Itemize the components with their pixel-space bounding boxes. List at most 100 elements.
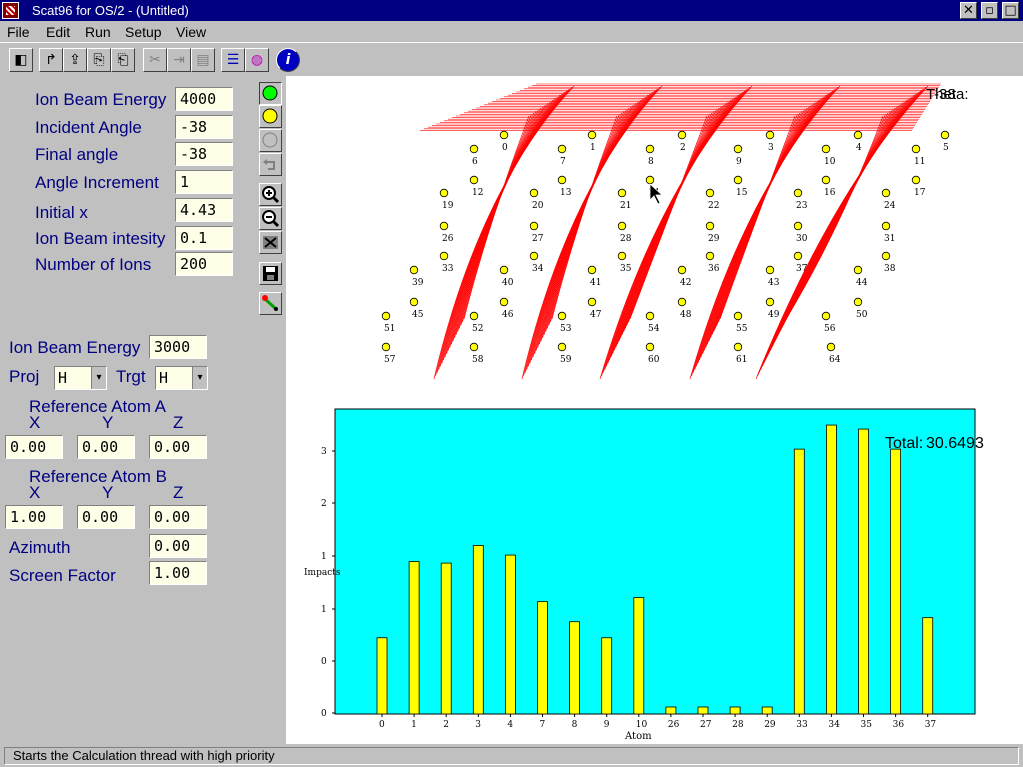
open-icon[interactable]: ↱	[39, 48, 63, 72]
atom-dot	[499, 265, 509, 275]
ion-beam-energy2-input[interactable]: 3000	[149, 335, 207, 359]
copy-doc-icon[interactable]: ⎘	[87, 48, 111, 72]
x-tick-label: 3	[475, 720, 481, 730]
zoom-out-button[interactable]	[259, 207, 282, 230]
atom-dot	[733, 175, 743, 185]
color-wheel-icon[interactable]: ◍	[245, 48, 269, 72]
ion-beam-energy-input[interactable]: 4000	[175, 87, 233, 111]
chevron-down-icon[interactable]: ▾	[91, 367, 106, 389]
atom-dot	[881, 251, 891, 261]
restore-icon[interactable]: ▫	[981, 2, 998, 19]
paste-icon[interactable]: ▤	[191, 48, 215, 72]
ref-b-z-input[interactable]: 0.00	[149, 505, 207, 529]
atom-dot	[821, 144, 831, 154]
trgt-label: Trgt	[116, 367, 146, 386]
number-of-ions-input[interactable]: 200	[175, 252, 233, 276]
screen-factor-input[interactable]: 1.00	[149, 561, 207, 585]
angle-increment-input[interactable]: 1	[175, 170, 233, 194]
atom: 45	[409, 297, 424, 320]
proj-select[interactable]: H ▾	[54, 366, 107, 390]
maximize-icon[interactable]: □	[1002, 2, 1019, 19]
undo-button[interactable]	[259, 153, 282, 176]
fit-button[interactable]	[259, 231, 282, 254]
atom-label: 34	[532, 264, 544, 274]
bar	[890, 448, 901, 715]
final-angle-input[interactable]: -38	[175, 142, 233, 166]
paste-doc-icon[interactable]: ⎗	[111, 48, 135, 72]
atom: 0	[499, 130, 509, 153]
atom: 27	[529, 221, 544, 244]
atom: 64	[826, 342, 841, 365]
menu-edit[interactable]: Edit	[46, 24, 70, 40]
app-icon[interactable]	[2, 2, 19, 19]
azimuth-input[interactable]: 0.00	[149, 534, 207, 558]
menu-run[interactable]: Run	[85, 24, 111, 40]
ref-a-x-input[interactable]: 0.00	[5, 435, 63, 459]
exit-icon[interactable]: ◧	[9, 48, 33, 72]
atom: 33	[439, 251, 454, 274]
ref-b-y-input[interactable]: 0.00	[77, 505, 135, 529]
azimuth-label: Azimuth	[9, 538, 71, 557]
atom-label: 17	[914, 188, 926, 198]
list-view-icon[interactable]: ☰	[221, 48, 245, 72]
ion-beam-intensity-input[interactable]: 0.1	[175, 226, 233, 250]
zoom-out-icon	[262, 210, 280, 228]
cut-icon[interactable]: ✂	[143, 48, 167, 72]
x-tick-label: 28	[732, 720, 744, 730]
atom-label: 46	[502, 310, 514, 320]
atom-label: 29	[708, 234, 720, 244]
bar	[729, 706, 741, 715]
ref-a-z-input[interactable]: 0.00	[149, 435, 207, 459]
atom: 34	[529, 251, 544, 274]
x-tick-label: 37	[925, 720, 937, 730]
initial-x-label: Initial x	[35, 203, 88, 222]
ref-a-y-input[interactable]: 0.00	[77, 435, 135, 459]
incident-angle-input[interactable]: -38	[175, 115, 233, 139]
scattering-view[interactable]: 0123456789101112131415161719202122232426…	[286, 76, 1023, 386]
proj-label: Proj	[9, 367, 40, 386]
atom-dot	[557, 311, 567, 321]
atom-dot	[793, 221, 803, 231]
ref-b-x-input[interactable]: 1.00	[5, 505, 63, 529]
run-green-button[interactable]	[259, 82, 282, 105]
atom-label: 37	[796, 264, 808, 274]
bar	[633, 597, 645, 715]
info-icon[interactable]: i	[276, 48, 300, 72]
ion-beam-energy2-label: Ion Beam Energy	[9, 338, 141, 357]
atom-label: 55	[736, 324, 748, 334]
trgt-select[interactable]: H ▾	[155, 366, 208, 390]
atom: 44	[853, 265, 868, 288]
menu-setup[interactable]: Setup	[125, 24, 162, 40]
atom-dot	[617, 221, 627, 231]
menu-view[interactable]: View	[176, 24, 206, 40]
atom-label: 6	[472, 157, 478, 167]
atom: 28	[617, 221, 632, 244]
close-icon[interactable]: ✕	[960, 2, 977, 19]
x-tick-label: 35	[861, 720, 873, 730]
atom-dot	[439, 221, 449, 231]
run-yellow-button[interactable]	[259, 105, 282, 128]
initial-x-input[interactable]: 4.43	[175, 198, 233, 222]
zoom-in-button[interactable]	[259, 183, 282, 206]
floppy-disk-icon	[263, 266, 278, 281]
atom-label: 51	[384, 324, 395, 334]
atom-dot	[617, 188, 627, 198]
x-tick-label: 2	[443, 720, 449, 730]
atom-label: 22	[708, 201, 719, 211]
atom-dot	[853, 130, 863, 140]
ref-b-y-label: Y	[102, 483, 114, 502]
bar	[697, 706, 709, 715]
plot-tool-button[interactable]	[259, 292, 282, 315]
atom: 56	[821, 311, 836, 334]
save-disk-button[interactable]	[259, 262, 282, 285]
atom-dot	[645, 311, 655, 321]
chevron-down-icon[interactable]: ▾	[192, 367, 207, 389]
atom-label: 38	[884, 264, 896, 274]
atom-label: 12	[472, 188, 483, 198]
atom-dot	[881, 188, 891, 198]
atom-label: 58	[472, 355, 484, 365]
menu-file[interactable]: File	[7, 24, 30, 40]
replace-icon[interactable]: ⇥	[167, 48, 191, 72]
stop-button[interactable]	[259, 129, 282, 152]
save-icon[interactable]: ⇪	[63, 48, 87, 72]
